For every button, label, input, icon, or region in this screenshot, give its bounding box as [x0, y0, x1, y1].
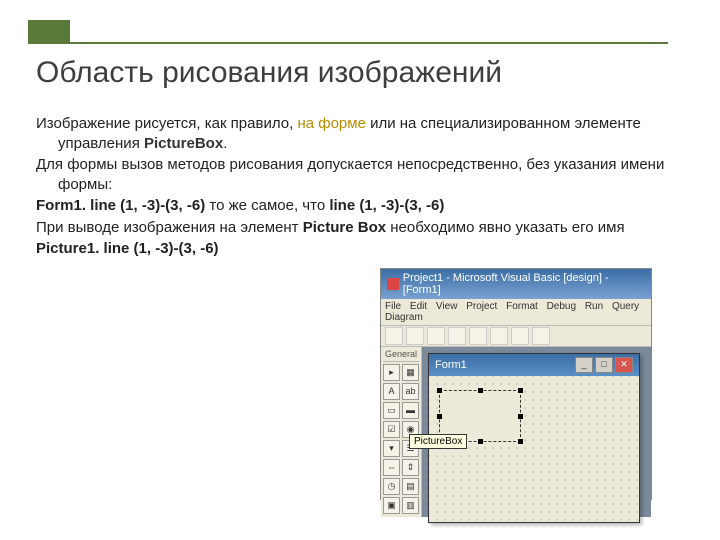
- minimize-button[interactable]: _: [575, 357, 593, 373]
- tool-timer[interactable]: ◷: [383, 478, 400, 495]
- menu-project[interactable]: Project: [466, 301, 497, 312]
- tooltip: PictureBox: [409, 434, 467, 449]
- tool-dir[interactable]: ▣: [383, 497, 400, 514]
- slide-title: Область рисования изображений: [36, 56, 502, 90]
- ide-menubar[interactable]: File Edit View Project Format Debug Run …: [381, 299, 651, 326]
- menu-query[interactable]: Query: [612, 301, 639, 312]
- tool-file[interactable]: ▥: [402, 497, 419, 514]
- form-titlebar: Form1 _ □ ✕: [429, 354, 639, 376]
- tool-checkbox[interactable]: ☑: [383, 421, 400, 438]
- form-canvas[interactable]: PictureBox: [429, 376, 639, 522]
- vb-ide-screenshot: Project1 - Microsoft Visual Basic [desig…: [380, 268, 652, 500]
- toolbar-button[interactable]: [490, 327, 508, 345]
- resize-handle[interactable]: [478, 439, 483, 444]
- tool-pointer[interactable]: ▸: [383, 364, 400, 381]
- tool-drive[interactable]: ▤: [402, 478, 419, 495]
- resize-handle[interactable]: [518, 439, 523, 444]
- menu-file[interactable]: File: [385, 301, 401, 312]
- tool-hscroll[interactable]: ⇔: [383, 459, 400, 476]
- tool-combobox[interactable]: ▾: [383, 440, 400, 457]
- paragraph-4: При выводе изображения на элемент Pictur…: [36, 218, 676, 238]
- tool-frame[interactable]: ▭: [383, 402, 400, 419]
- design-area: Form1 _ □ ✕: [422, 347, 651, 517]
- slide-body: Изображение рисуется, как правило, на фо…: [36, 114, 676, 261]
- form-window[interactable]: Form1 _ □ ✕: [428, 353, 640, 523]
- resize-handle[interactable]: [518, 388, 523, 393]
- ide-titlebar: Project1 - Microsoft Visual Basic [desig…: [381, 269, 651, 299]
- paragraph-1: Изображение рисуется, как правило, на фо…: [36, 114, 676, 153]
- tool-button[interactable]: ▬: [402, 402, 419, 419]
- tool-picturebox[interactable]: ▦: [402, 364, 419, 381]
- toolbar-button[interactable]: [427, 327, 445, 345]
- tool-textbox[interactable]: ab: [402, 383, 419, 400]
- paragraph-3: Form1. line (1, -3)-(3, -6) то же самое,…: [36, 196, 676, 216]
- close-button[interactable]: ✕: [615, 357, 633, 373]
- toolbox-label: General: [383, 349, 419, 362]
- menu-view[interactable]: View: [436, 301, 458, 312]
- control-name: PictureBox: [144, 135, 223, 152]
- toolbox: General ▸▦ Aab ▭▬ ☑◉ ▾☰ ⇔⇕ ◷▤ ▣▥: [381, 347, 422, 517]
- resize-handle[interactable]: [437, 388, 442, 393]
- toolbar-button[interactable]: [385, 327, 403, 345]
- menu-debug[interactable]: Debug: [547, 301, 576, 312]
- toolbar-button[interactable]: [406, 327, 424, 345]
- title-rule: [28, 42, 668, 44]
- ide-toolbar: [381, 326, 651, 347]
- vb-icon: [387, 278, 399, 290]
- toolbar-button[interactable]: [448, 327, 466, 345]
- tool-vscroll[interactable]: ⇕: [402, 459, 419, 476]
- paragraph-5: Picture1. line (1, -3)-(3, -6): [36, 239, 676, 259]
- ide-title: Project1 - Microsoft Visual Basic [desig…: [403, 272, 645, 296]
- paragraph-2: Для формы вызов методов рисования допуск…: [36, 155, 676, 194]
- maximize-button[interactable]: □: [595, 357, 613, 373]
- toolbar-button[interactable]: [532, 327, 550, 345]
- tool-label[interactable]: A: [383, 383, 400, 400]
- menu-diagram[interactable]: Diagram: [385, 312, 423, 323]
- toolbar-button[interactable]: [469, 327, 487, 345]
- menu-format[interactable]: Format: [506, 301, 538, 312]
- menu-run[interactable]: Run: [585, 301, 603, 312]
- resize-handle[interactable]: [437, 414, 442, 419]
- toolbar-button[interactable]: [511, 327, 529, 345]
- menu-edit[interactable]: Edit: [410, 301, 427, 312]
- accent-bar: [28, 20, 70, 42]
- resize-handle[interactable]: [478, 388, 483, 393]
- highlight-text: на форме: [297, 115, 365, 132]
- resize-handle[interactable]: [518, 414, 523, 419]
- form-title-text: Form1: [435, 359, 467, 371]
